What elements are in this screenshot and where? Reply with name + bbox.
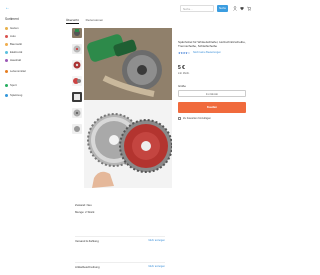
detail-row: Zustand: Neu — [75, 203, 92, 207]
category-icon — [5, 34, 8, 38]
account-icon[interactable] — [233, 6, 237, 11]
favorite-toggle[interactable]: Zu Favoriten hinzufügen — [178, 117, 248, 121]
rating-stars: ★★★★☆ — [178, 51, 190, 56]
sidebar-item-sport[interactable]: Sport — [5, 82, 17, 88]
sidebar-title: Sortiment — [5, 17, 19, 21]
size-label: Größe — [178, 84, 186, 89]
section-shipping[interactable]: Versand & Zahlung Mehr anzeigen — [75, 236, 165, 244]
sidebar-item-haushalt[interactable]: Haushalt — [5, 57, 21, 63]
sidebar-item-label: Elektronik — [10, 50, 23, 54]
cart-icon[interactable] — [247, 6, 251, 11]
sidebar-item-label: Haushalt — [10, 58, 22, 62]
category-icon — [5, 69, 8, 73]
category-icon — [5, 83, 8, 87]
category-icon — [5, 93, 8, 97]
sidebar-item-garten[interactable]: Garten — [5, 25, 19, 31]
sidebar-item-elektronik[interactable]: Elektronik — [5, 49, 22, 55]
size-select[interactable]: 4 x 11 mm — [178, 90, 246, 98]
favorite-label: Zu Favoriten hinzufügen — [183, 117, 211, 121]
sidebar-item-label: Spielzeug — [10, 93, 23, 97]
product-title: Spänhobel für Winkelschleifer, Holzschni… — [178, 40, 246, 49]
thumbnail-3[interactable] — [72, 60, 82, 70]
sidebar-item-label: Sport — [10, 83, 17, 87]
product-details: Zustand: Neu Menge: 2 Stück — [75, 203, 165, 217]
rating-row: ★★★★☆ Noch keine Bewertungen — [178, 51, 248, 55]
thumbnail-1[interactable] — [72, 28, 82, 38]
buy-button[interactable]: Kaufen — [178, 102, 246, 114]
tab-overview[interactable]: Übersicht — [66, 18, 79, 24]
thumbnail-strip — [72, 28, 84, 140]
sidebar-item-label: Baumarkt — [10, 42, 22, 46]
detail-row: Menge: 2 Stück — [75, 210, 95, 214]
sidebar-item-spielzeug[interactable]: Spielzeug — [5, 92, 22, 98]
thumbnail-4[interactable] — [72, 76, 82, 86]
sidebar-item-baumarkt[interactable]: Baumarkt — [5, 41, 22, 47]
product-image[interactable] — [84, 28, 172, 188]
section-more-link[interactable]: Mehr anzeigen — [148, 239, 165, 242]
section-more-link[interactable]: Mehr anzeigen — [148, 265, 165, 268]
sidebar-item-label: Auto — [10, 34, 16, 38]
logo[interactable]: ← — [5, 5, 10, 11]
rating-link[interactable]: Noch keine Bewertungen — [193, 51, 221, 54]
sidebar-item-auto[interactable]: Auto — [5, 33, 16, 39]
price: 5 € — [178, 65, 185, 72]
heart-icon[interactable] — [240, 6, 244, 11]
tab-bar: Übersicht Rezensionen — [66, 18, 110, 24]
sidebar-item-lebensmittel[interactable]: Lebensmittel — [5, 68, 26, 74]
section-description[interactable]: Artikelbeschreibung Mehr anzeigen — [75, 262, 165, 270]
category-icon — [5, 26, 8, 30]
search-input[interactable]: Suche… — [180, 5, 214, 12]
search-button[interactable]: Suche — [217, 5, 228, 12]
top-bar: Suche… Suche — [180, 4, 259, 14]
product-panel: Spänhobel für Winkelschleifer, Holzschni… — [178, 40, 248, 121]
category-icon — [5, 42, 8, 46]
thumbnail-6[interactable] — [72, 108, 82, 118]
thumbnail-7[interactable] — [72, 124, 82, 134]
section-title: Versand & Zahlung — [75, 238, 99, 243]
sidebar-item-label: Lebensmittel — [10, 69, 26, 73]
sidebar: ← Sortiment Garten Auto Baumarkt Elektro… — [0, 0, 56, 275]
sidebar-item-label: Garten — [10, 26, 19, 30]
thumbnail-2[interactable] — [72, 44, 82, 54]
category-icon — [5, 50, 8, 54]
tab-reviews[interactable]: Rezensionen — [86, 18, 104, 24]
checkbox-icon[interactable] — [178, 117, 181, 121]
price-note: inkl. MwSt. — [178, 72, 190, 76]
thumbnail-5[interactable] — [72, 92, 82, 102]
category-icon — [5, 58, 8, 62]
section-title: Artikelbeschreibung — [75, 264, 100, 269]
